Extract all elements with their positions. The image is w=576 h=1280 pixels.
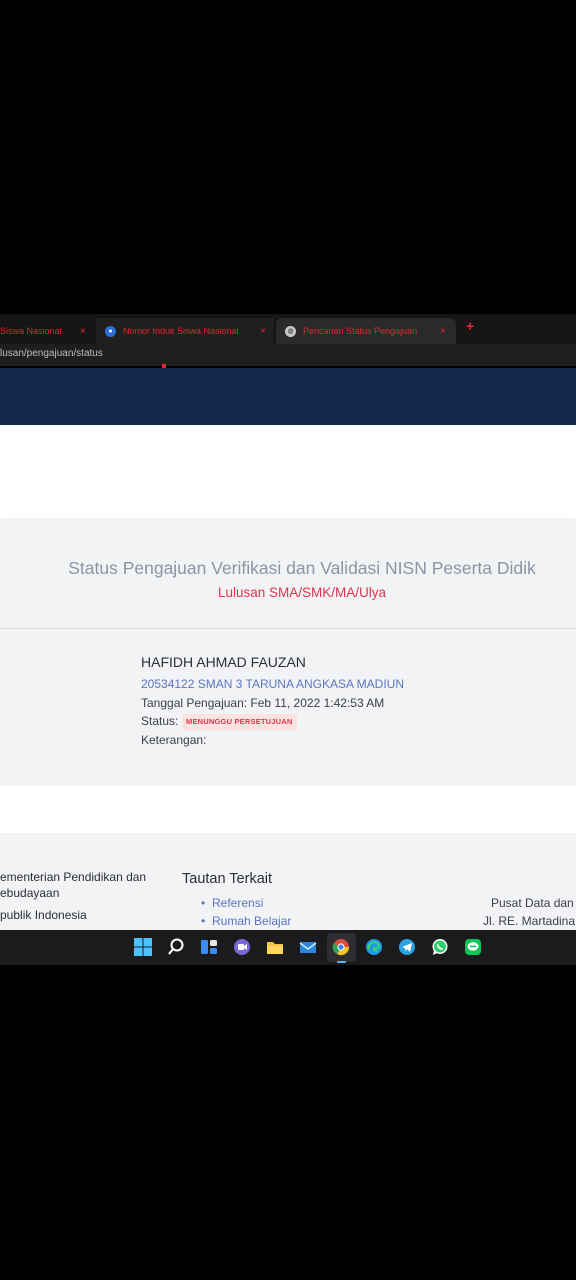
tab-label: Nomor Induk Siswa Nasional <box>123 326 239 336</box>
tab-label: Siswa Nasional <box>0 326 62 336</box>
tab-close-icon[interactable]: × <box>260 326 266 337</box>
whatsapp-icon[interactable] <box>430 937 450 957</box>
student-school: 20534122 SMAN 3 TARUNA ANGKASA MADIUN <box>141 677 404 691</box>
browser-tab-siswa-nasional[interactable]: Siswa Nasional × <box>0 318 96 344</box>
globe-icon: ◍ <box>285 325 296 337</box>
file-explorer-icon[interactable] <box>265 937 285 957</box>
active-app-indicator <box>337 961 346 963</box>
edge-icon[interactable] <box>364 937 384 957</box>
telegram-icon[interactable] <box>397 937 417 957</box>
status-label: Status: <box>141 714 179 728</box>
footer-org-line3: publik Indonesia <box>0 908 87 922</box>
footer-link-rumah-belajar[interactable]: Rumah Belajar <box>212 914 291 928</box>
new-tab-button[interactable]: + <box>466 318 474 334</box>
header-spacer <box>0 425 576 518</box>
search-icon[interactable] <box>166 937 186 957</box>
windows-taskbar <box>0 930 576 965</box>
browser-tab-pencarian-status[interactable]: ◍ Pencarian Status Pengajuan × <box>276 318 456 344</box>
submission-date: Tanggal Pengajuan: Feb 11, 2022 1:42:53 … <box>141 696 385 710</box>
footer-address-line2: Jl. RE. Martadina <box>483 914 576 928</box>
divider <box>0 628 576 629</box>
site-header <box>0 368 576 425</box>
footer-link-referensi[interactable]: Referensi <box>212 896 263 910</box>
student-name: HAFIDH AHMAD FAUZAN <box>141 654 306 670</box>
browser-tab-strip: Siswa Nasional × ● Nomor Induk Siswa Nas… <box>0 314 576 344</box>
browser-tab-nisn[interactable]: ● Nomor Induk Siswa Nasional × <box>96 318 274 344</box>
status-badge: MENUNGGU PERSETUJUAN <box>182 714 297 730</box>
site-favicon-icon: ● <box>105 325 116 337</box>
line-icon[interactable] <box>463 937 483 957</box>
tab-close-icon[interactable]: × <box>440 326 446 337</box>
widgets-icon[interactable] <box>199 937 219 957</box>
mail-icon[interactable] <box>298 937 318 957</box>
section-gap <box>0 786 576 833</box>
page-title: Status Pengajuan Verifikasi dan Validasi… <box>68 558 536 578</box>
chrome-icon[interactable] <box>331 937 351 957</box>
footer-links-title: Tautan Terkait <box>182 871 273 887</box>
page-subtitle: Lulusan SMA/SMK/MA/Ulya <box>217 585 387 600</box>
bullet-icon: • <box>201 896 206 910</box>
address-url[interactable]: lusan/pengajuan/status <box>0 348 103 359</box>
bullet-icon: • <box>201 914 206 928</box>
keterangan-label: Keterangan: <box>141 733 207 747</box>
tab-close-icon[interactable]: × <box>80 326 86 337</box>
footer-address-line1: Pusat Data dan <box>491 896 574 910</box>
tab-label: Pencarian Status Pengajuan <box>303 326 418 336</box>
footer-org-line1: ementerian Pendidikan dan <box>0 870 147 884</box>
footer-org-line2: ebudayaan <box>0 886 60 900</box>
teams-chat-icon[interactable] <box>232 937 252 957</box>
windows-start-icon[interactable] <box>133 937 153 957</box>
